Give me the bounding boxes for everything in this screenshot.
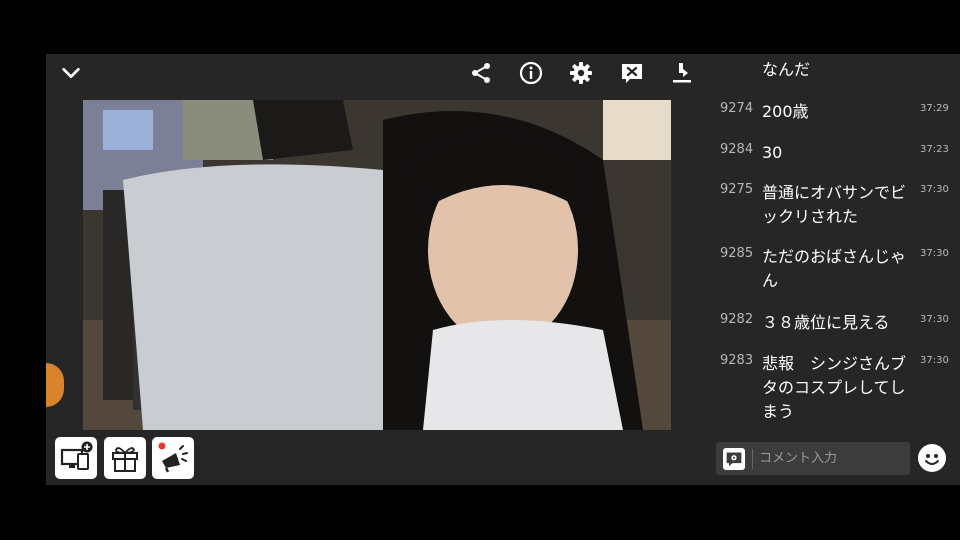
comment-settings-icon[interactable] xyxy=(723,447,745,470)
comment-box[interactable] xyxy=(716,442,910,475)
chat-message-number: 9284 xyxy=(720,142,754,157)
close-chat-icon[interactable] xyxy=(619,60,645,86)
chat-message-time: 37:29 xyxy=(920,103,949,114)
chat-message-number: 9275 xyxy=(720,182,754,197)
chat-list[interactable]: なんだ 9274 200歳 37:29 9284 30 37:23 9275 普… xyxy=(710,54,960,434)
chat-message-number: 9285 xyxy=(720,246,754,261)
share-icon[interactable] xyxy=(468,60,494,86)
chat-message-time: 37:30 xyxy=(920,355,949,366)
side-tab[interactable] xyxy=(46,363,64,407)
chat-message-number: 9274 xyxy=(720,101,754,116)
chat-message-number: 9283 xyxy=(720,353,754,368)
chat-message-text: 30 xyxy=(762,143,783,162)
screen-add-button[interactable] xyxy=(55,437,97,479)
chat-message-text: 普通にオバサンでビックリされた xyxy=(762,183,907,226)
chat-message-time: 37:30 xyxy=(920,314,949,325)
gift-icon xyxy=(112,447,138,472)
chat-message-text: ３８歳位に見える xyxy=(762,313,890,332)
chat-message-text: ただのおばさんじゃん xyxy=(762,247,907,290)
chat-message-time: 37:23 xyxy=(920,144,949,155)
megaphone-icon xyxy=(158,442,188,473)
chat-message-text: 200歳 xyxy=(762,102,809,121)
info-icon[interactable] xyxy=(518,60,544,86)
comment-divider xyxy=(752,448,753,469)
gear-icon[interactable] xyxy=(568,60,594,86)
chat-message-time: 37:30 xyxy=(920,248,949,259)
chat-message-time: 37:30 xyxy=(920,184,949,195)
download-icon[interactable] xyxy=(669,60,695,86)
player-window: なんだ 9274 200歳 37:29 9284 30 37:23 9275 普… xyxy=(46,54,960,485)
screen-add-icon xyxy=(60,441,93,470)
comment-input[interactable] xyxy=(759,451,899,466)
emoji-icon[interactable] xyxy=(918,444,946,472)
chat-message-number: 9282 xyxy=(720,312,754,327)
announce-button[interactable] xyxy=(152,437,194,479)
chat-message-text: なんだ xyxy=(762,60,811,79)
video-stream[interactable] xyxy=(83,100,671,430)
gift-button[interactable] xyxy=(104,437,146,479)
video-frame-image xyxy=(83,100,671,430)
chat-message-text: 悲報 シンジさんブタのコスプレしてしまう xyxy=(762,354,907,421)
chevron-down-icon[interactable] xyxy=(60,62,82,84)
